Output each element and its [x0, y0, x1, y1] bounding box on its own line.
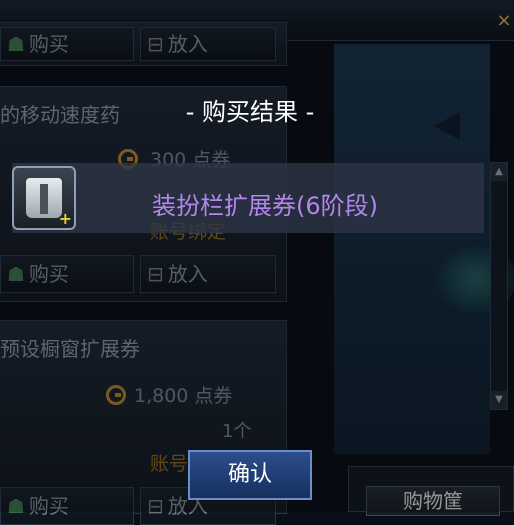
modal-overlay	[0, 0, 514, 512]
result-item-name: 装扮栏扩展券(6阶段)	[152, 192, 378, 220]
confirm-button[interactable]: 确认	[188, 450, 312, 500]
shirt-icon	[26, 178, 62, 218]
modal-title: - 购买结果 -	[185, 98, 315, 126]
item-icon: +	[12, 166, 76, 230]
plus-icon: +	[58, 209, 72, 228]
